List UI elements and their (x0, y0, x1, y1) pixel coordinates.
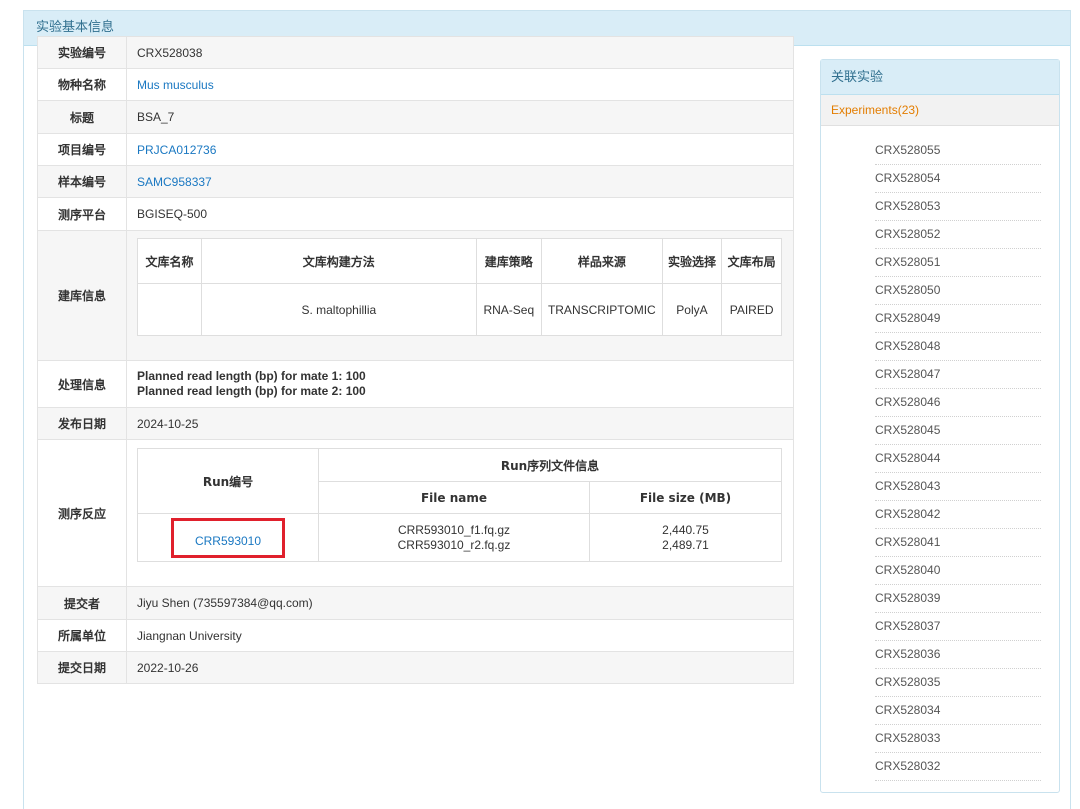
submitter-value: Jiyu Shen (735597384@qq.com) (126, 586, 794, 620)
related-experiment-item[interactable]: CRX528041 (875, 529, 1041, 557)
library-header: 实验选择 (661, 238, 723, 284)
run-id-header: Run编号 (137, 448, 319, 514)
related-experiment-item[interactable]: CRX528033 (875, 725, 1041, 753)
file-size-2: 2,489.71 (662, 537, 709, 552)
related-experiment-item[interactable]: CRX528053 (875, 193, 1041, 221)
file-name-2: CRR593010_r2.fq.gz (397, 537, 511, 552)
file-name-1: CRR593010_f1.fq.gz (397, 522, 511, 537)
run-id-highlight: CRR593010 (171, 517, 285, 558)
sidebar-title: 关联实验 (821, 60, 1059, 95)
release-date-value: 2024-10-25 (126, 407, 794, 440)
related-experiment-item[interactable]: CRX528035 (875, 669, 1041, 697)
submit-date-value: 2022-10-26 (126, 651, 794, 684)
library-cell (137, 283, 202, 336)
processing-line-1: Planned read length (bp) for mate 1: 100 (137, 369, 366, 383)
runs-label: 测序反应 (37, 439, 127, 587)
sample-label: 样本编号 (37, 165, 127, 198)
processing-line-2: Planned read length (bp) for mate 2: 100 (137, 384, 366, 398)
library-header: 文库名称 (137, 238, 202, 284)
processing-label: 处理信息 (37, 360, 127, 408)
experiment-list: CRX528055 CRX528054 CRX528053 CRX528052 CRX5… (821, 137, 1059, 781)
related-experiment-item[interactable]: CRX528047 (875, 361, 1041, 389)
main-content: 实验编号 CRX528038 物种名称 Mus musculus 标题 BSA_… (37, 36, 794, 684)
library-header: 样品来源 (540, 238, 663, 284)
related-experiment-item[interactable]: CRX528050 (875, 277, 1041, 305)
file-size-1: 2,440.75 (662, 522, 709, 537)
related-experiment-item[interactable]: CRX528045 (875, 417, 1041, 445)
related-experiment-item[interactable]: CRX528055 (875, 137, 1041, 165)
library-cell: PAIRED (721, 283, 782, 336)
related-experiment-item[interactable]: CRX528043 (875, 473, 1041, 501)
library-cell: S. maltophillia (200, 283, 477, 336)
library-header: 建库策略 (475, 238, 542, 284)
title-label: 标题 (37, 100, 127, 134)
related-experiment-item[interactable]: CRX528036 (875, 641, 1041, 669)
related-experiment-item[interactable]: CRX528042 (875, 501, 1041, 529)
run-id-link[interactable]: CRR593010 (195, 534, 261, 548)
related-experiment-item[interactable]: CRX528051 (875, 249, 1041, 277)
submitter-label: 提交者 (37, 586, 127, 620)
project-label: 项目编号 (37, 133, 127, 166)
experiment-info-panel: 实验基本信息 实验编号 CRX528038 物种名称 Mus musculus … (23, 10, 1071, 809)
organization-value: Jiangnan University (126, 619, 794, 652)
library-table: 文库名称 文库构建方法 建库策略 样品来源 实验选择 文库布局 S. malto… (137, 238, 782, 336)
related-experiment-item[interactable]: CRX528054 (875, 165, 1041, 193)
library-label: 建库信息 (37, 230, 127, 361)
exp-id-label: 实验编号 (37, 36, 127, 69)
title-value: BSA_7 (126, 100, 794, 134)
exp-id-value: CRX528038 (126, 36, 794, 69)
related-experiment-item[interactable]: CRX528046 (875, 389, 1041, 417)
submit-date-label: 提交日期 (37, 651, 127, 684)
platform-label: 测序平台 (37, 197, 127, 231)
library-cell: RNA-Seq (475, 283, 542, 336)
library-header: 文库构建方法 (200, 238, 477, 284)
sidebar-subtitle[interactable]: Experiments(23) (821, 95, 1059, 126)
release-date-label: 发布日期 (37, 407, 127, 440)
file-size-header: File size (MB) (589, 481, 782, 514)
related-experiment-item[interactable]: CRX528048 (875, 333, 1041, 361)
runs-table: Run编号 Run序列文件信息 File name File size (MB)… (137, 448, 782, 562)
species-link[interactable]: Mus musculus (137, 78, 214, 92)
file-name-header: File name (318, 481, 590, 514)
library-cell: TRANSCRIPTOMIC (540, 283, 663, 336)
related-experiment-item[interactable]: CRX528039 (875, 585, 1041, 613)
related-experiment-item[interactable]: CRX528040 (875, 557, 1041, 585)
related-experiment-item[interactable]: CRX528044 (875, 445, 1041, 473)
sample-link[interactable]: SAMC958337 (137, 175, 212, 189)
project-link[interactable]: PRJCA012736 (137, 143, 216, 157)
library-header: 文库布局 (721, 238, 782, 284)
related-experiment-item[interactable]: CRX528049 (875, 305, 1041, 333)
related-experiment-item[interactable]: CRX528034 (875, 697, 1041, 725)
related-experiment-item[interactable]: CRX528037 (875, 613, 1041, 641)
related-experiment-item[interactable]: CRX528032 (875, 753, 1041, 781)
file-info-header: Run序列文件信息 (318, 448, 782, 482)
species-label: 物种名称 (37, 68, 127, 101)
related-experiments-sidebar: 关联实验 Experiments(23) CRX528055 CRX528054 C… (820, 59, 1060, 793)
library-cell: PolyA (661, 283, 723, 336)
info-table: 实验编号 CRX528038 物种名称 Mus musculus 标题 BSA_… (37, 36, 794, 684)
related-experiment-item[interactable]: CRX528052 (875, 221, 1041, 249)
organization-label: 所属单位 (37, 619, 127, 652)
platform-value: BGISEQ-500 (126, 197, 794, 231)
